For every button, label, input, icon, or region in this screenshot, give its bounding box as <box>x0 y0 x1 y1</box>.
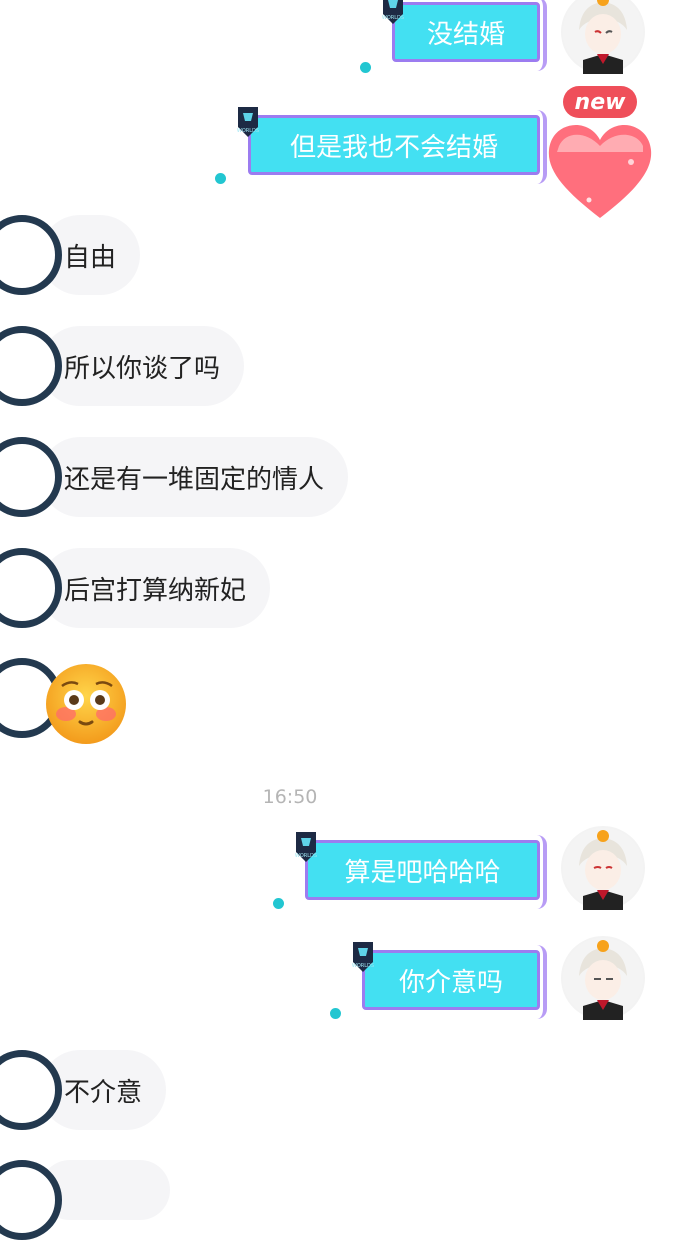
svg-text:WORLDS: WORLDS <box>352 963 374 969</box>
svg-text:WORLDS: WORLDS <box>382 15 404 21</box>
read-dot <box>330 1008 341 1019</box>
cartoon-vampire-avatar-icon <box>563 938 643 1020</box>
worlds-badge-icon: WORLDS <box>237 107 259 137</box>
message-text: 所以你谈了吗 <box>64 353 221 384</box>
message-text: 算是吧哈哈哈 <box>344 857 501 888</box>
incoming-message[interactable]: 自由 <box>0 215 141 295</box>
cartoon-vampire-avatar-icon <box>563 0 643 74</box>
new-badge: new <box>563 86 637 118</box>
message-bubble[interactable]: 没结婚 <box>392 0 547 71</box>
outgoing-message: 没结婚 WORLDS <box>360 0 547 82</box>
contact-avatar[interactable] <box>0 215 62 295</box>
message-text: 自由 <box>64 242 117 273</box>
svg-text:WORLDS: WORLDS <box>237 128 259 134</box>
message-bubble[interactable]: 你介意吗 <box>362 945 547 1019</box>
message-bubble[interactable]: 但是我也不会结婚 <box>248 110 547 184</box>
new-badge-label: new <box>574 89 626 115</box>
read-dot <box>215 173 226 184</box>
message-text: 不介意 <box>64 1077 143 1108</box>
svg-text:WORLDS: WORLDS <box>295 853 317 859</box>
message-text: 没结婚 <box>426 19 505 50</box>
incoming-message[interactable]: 还是有一堆固定的情人 <box>0 437 349 517</box>
read-dot <box>360 62 371 73</box>
my-avatar[interactable] <box>561 826 645 910</box>
read-dot <box>273 898 284 909</box>
flushed-face-emoji-icon <box>46 664 126 744</box>
message-text: 后宫打算纳新妃 <box>64 575 247 606</box>
my-avatar[interactable] <box>561 0 645 74</box>
outgoing-message: 你介意吗 WORLDS <box>330 940 547 1030</box>
heart-avatar[interactable]: new <box>545 86 655 226</box>
outgoing-message: 但是我也不会结婚 WORLDS <box>215 105 547 195</box>
contact-avatar[interactable] <box>0 1050 62 1130</box>
worlds-badge-icon: WORLDS <box>382 0 404 24</box>
my-avatar[interactable] <box>561 936 645 1020</box>
cartoon-vampire-avatar-icon <box>563 828 643 910</box>
contact-avatar[interactable] <box>0 326 62 406</box>
incoming-message[interactable]: 不介意 <box>0 1050 167 1130</box>
message-bubble[interactable]: 算是吧哈哈哈 <box>305 835 547 909</box>
worlds-badge-icon: WORLDS <box>295 832 317 862</box>
worlds-badge-icon: WORLDS <box>352 942 374 972</box>
message-timestamp: 16:50 <box>262 786 318 808</box>
message-text: 你介意吗 <box>398 967 503 998</box>
contact-avatar[interactable] <box>0 548 62 628</box>
incoming-message[interactable]: 后宫打算纳新妃 <box>0 548 271 628</box>
message-text: 但是我也不会结婚 <box>289 132 498 163</box>
incoming-message[interactable]: 所以你谈了吗 <box>0 326 245 406</box>
outgoing-message: 算是吧哈哈哈 WORLDS <box>273 830 547 920</box>
message-text: 还是有一堆固定的情人 <box>64 464 325 495</box>
contact-avatar[interactable] <box>0 437 62 517</box>
incoming-emoji-message[interactable] <box>0 658 140 748</box>
